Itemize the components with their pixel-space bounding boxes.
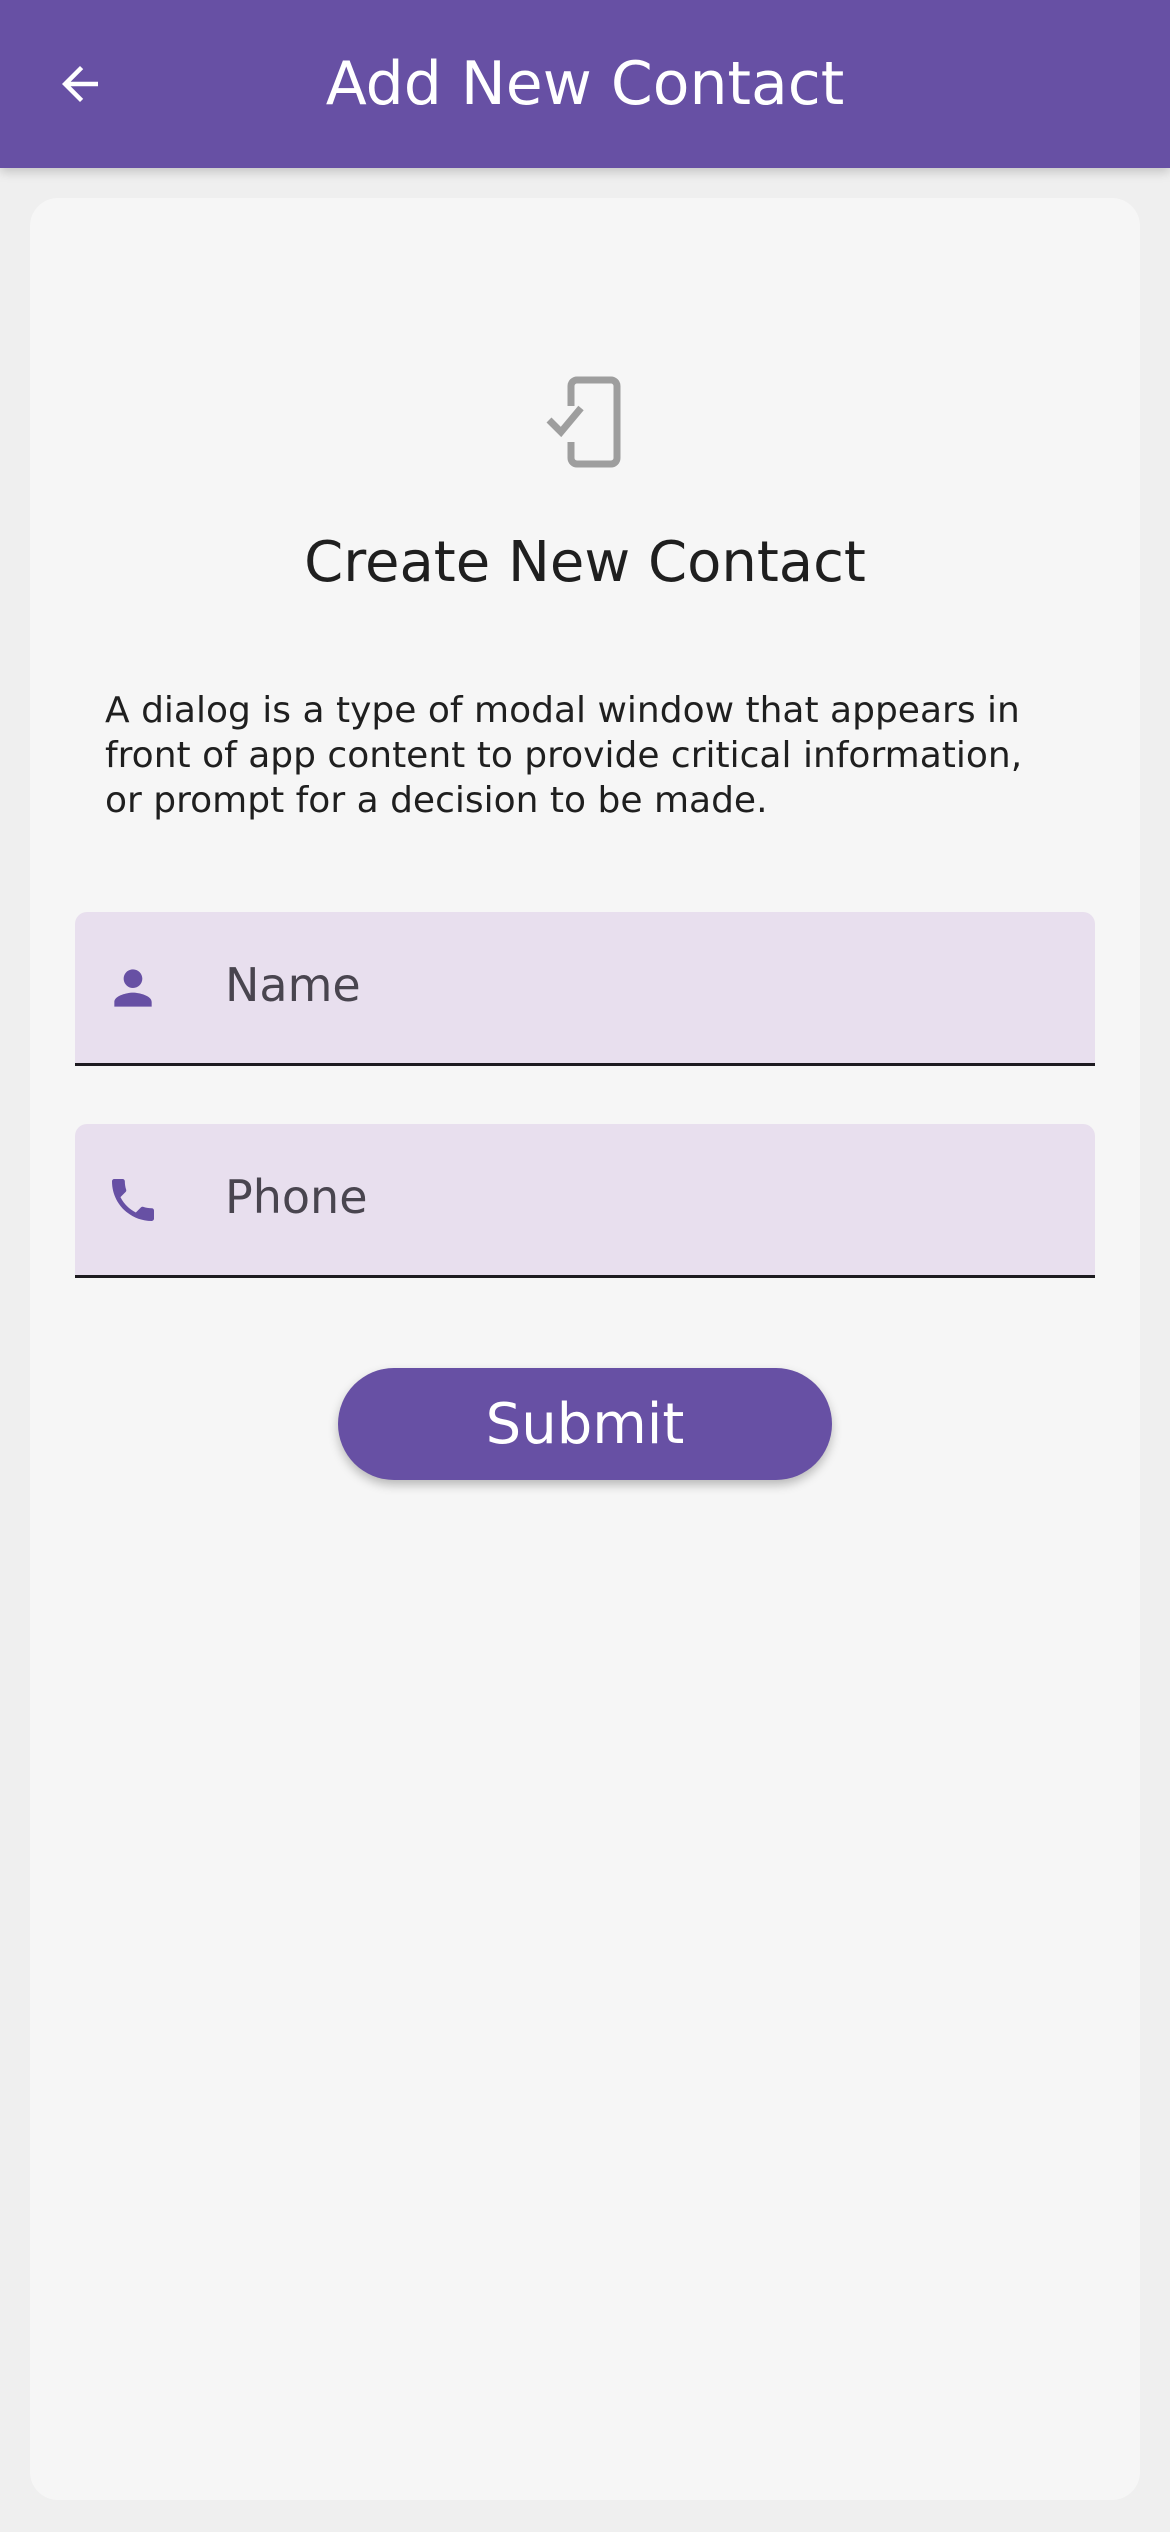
page-title: Add New Contact xyxy=(325,49,845,119)
contact-card: Create New Contact A dialog is a type of… xyxy=(30,198,1140,2500)
app-bar: Add New Contact xyxy=(0,0,1170,168)
phone-icon xyxy=(112,1179,154,1221)
dialog-title: Create New Contact xyxy=(304,530,866,595)
submit-button[interactable]: Submit xyxy=(338,1368,832,1480)
person-icon xyxy=(114,969,152,1007)
name-input[interactable] xyxy=(225,950,1065,1020)
phone-field[interactable] xyxy=(75,1124,1095,1278)
name-field[interactable] xyxy=(75,912,1095,1066)
phone-input[interactable] xyxy=(225,1162,1065,1232)
dialog-description: A dialog is a type of modal window that … xyxy=(105,690,1023,821)
phone-check-icon xyxy=(546,376,621,468)
